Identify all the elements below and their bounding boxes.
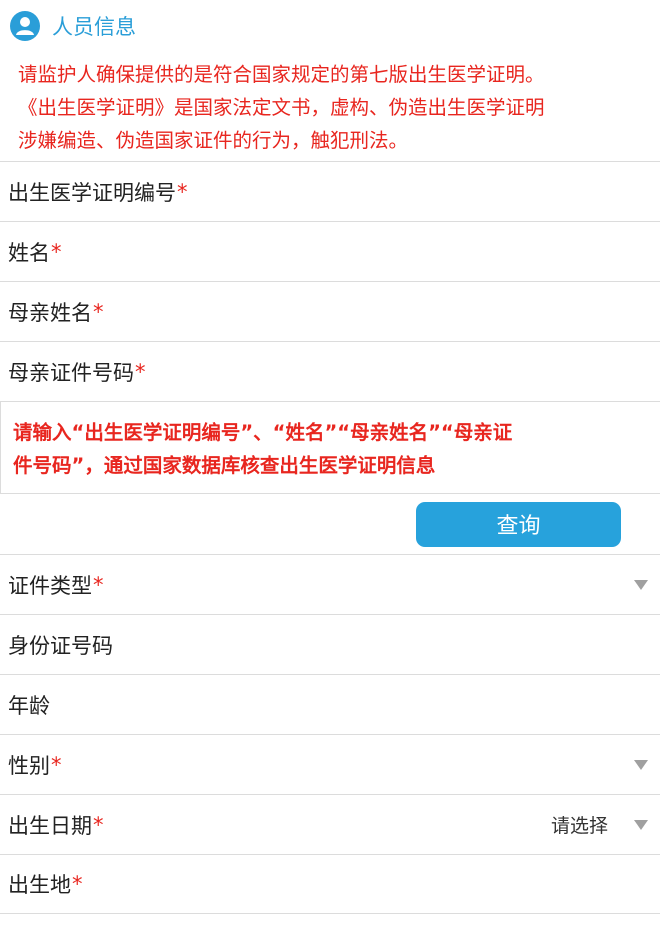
top-form: 出生医学证明编号 * 姓名 * 母亲姓名 * 母亲证件号码 * [0, 161, 660, 401]
hint-line: 请输入“出生医学证明编号”、“姓名”“母亲姓名”“母亲证 [13, 421, 513, 444]
field-label: 性别 [8, 753, 50, 778]
field-label: 母亲证件号码 [8, 360, 134, 385]
birth-certificate-number-input[interactable] [200, 172, 620, 211]
section-title: 人员信息 [52, 15, 136, 39]
legal-notice: 请监护人确保提供的是符合国家规定的第七版出生医学证明。 《出生医学证明》是国家法… [0, 52, 660, 161]
query-area: 查询 [0, 494, 660, 554]
field-label: 身份证号码 [8, 633, 113, 658]
birth-date-select[interactable]: 出生日期 * 请选择 [0, 794, 660, 854]
id-number-field[interactable]: 身份证号码 [0, 614, 660, 674]
field-label: 出生地 [8, 873, 71, 897]
dropdown-caret-icon[interactable] [634, 819, 648, 830]
id-number-input[interactable] [200, 625, 620, 664]
required-mark: * [93, 572, 104, 597]
bottom-form: 证件类型 * 身份证号码 年龄 性别 * 出生日期 * 请选择 出生地 * [0, 554, 660, 914]
required-mark: * [135, 359, 146, 384]
dropdown-caret-icon[interactable] [634, 759, 648, 770]
notice-line: 涉嫌编造、伪造国家证件的行为，触犯刑法。 [18, 129, 409, 152]
query-button[interactable]: 查询 [416, 501, 621, 547]
required-mark: * [51, 752, 62, 777]
field-label: 出生日期 [8, 813, 92, 838]
dropdown-caret-icon[interactable] [634, 579, 648, 590]
age-field[interactable]: 年龄 [0, 674, 660, 734]
field-label: 母亲姓名 [8, 300, 92, 325]
field-label: 年龄 [8, 693, 50, 718]
person-icon [10, 11, 40, 41]
field-label: 证件类型 [8, 573, 92, 598]
required-mark: * [177, 179, 188, 204]
mother-name-field[interactable]: 母亲姓名 * [0, 281, 660, 341]
birthplace-field[interactable]: 出生地 * [0, 854, 660, 914]
mother-name-input[interactable] [200, 292, 620, 331]
name-input[interactable] [200, 232, 620, 271]
notice-line: 《出生医学证明》是国家法定文书，虚构、伪造出生医学证明 [18, 96, 545, 119]
mother-id-number-input[interactable] [200, 352, 620, 391]
birth-certificate-number-field[interactable]: 出生医学证明编号 * [0, 161, 660, 221]
required-mark: * [51, 239, 62, 264]
age-input[interactable] [200, 685, 620, 724]
required-mark: * [93, 812, 104, 837]
id-type-select[interactable]: 证件类型 * [0, 554, 660, 614]
required-mark: * [93, 299, 104, 324]
select-value: 请选择 [550, 815, 608, 837]
gender-select[interactable]: 性别 * [0, 734, 660, 794]
field-label: 出生医学证明编号 [8, 180, 176, 205]
header: 人员信息 [0, 0, 660, 52]
mother-id-number-field[interactable]: 母亲证件号码 * [0, 341, 660, 401]
field-label: 姓名 [8, 240, 50, 265]
required-mark: * [72, 872, 83, 896]
hint-line: 件号码”，通过国家数据库核查出生医学证明信息 [13, 454, 436, 477]
birthplace-input[interactable] [200, 865, 620, 903]
verification-hint: 请输入“出生医学证明编号”、“姓名”“母亲姓名”“母亲证 件号码”，通过国家数据… [0, 401, 660, 494]
notice-line: 请监护人确保提供的是符合国家规定的第七版出生医学证明。 [18, 63, 545, 86]
name-field[interactable]: 姓名 * [0, 221, 660, 281]
